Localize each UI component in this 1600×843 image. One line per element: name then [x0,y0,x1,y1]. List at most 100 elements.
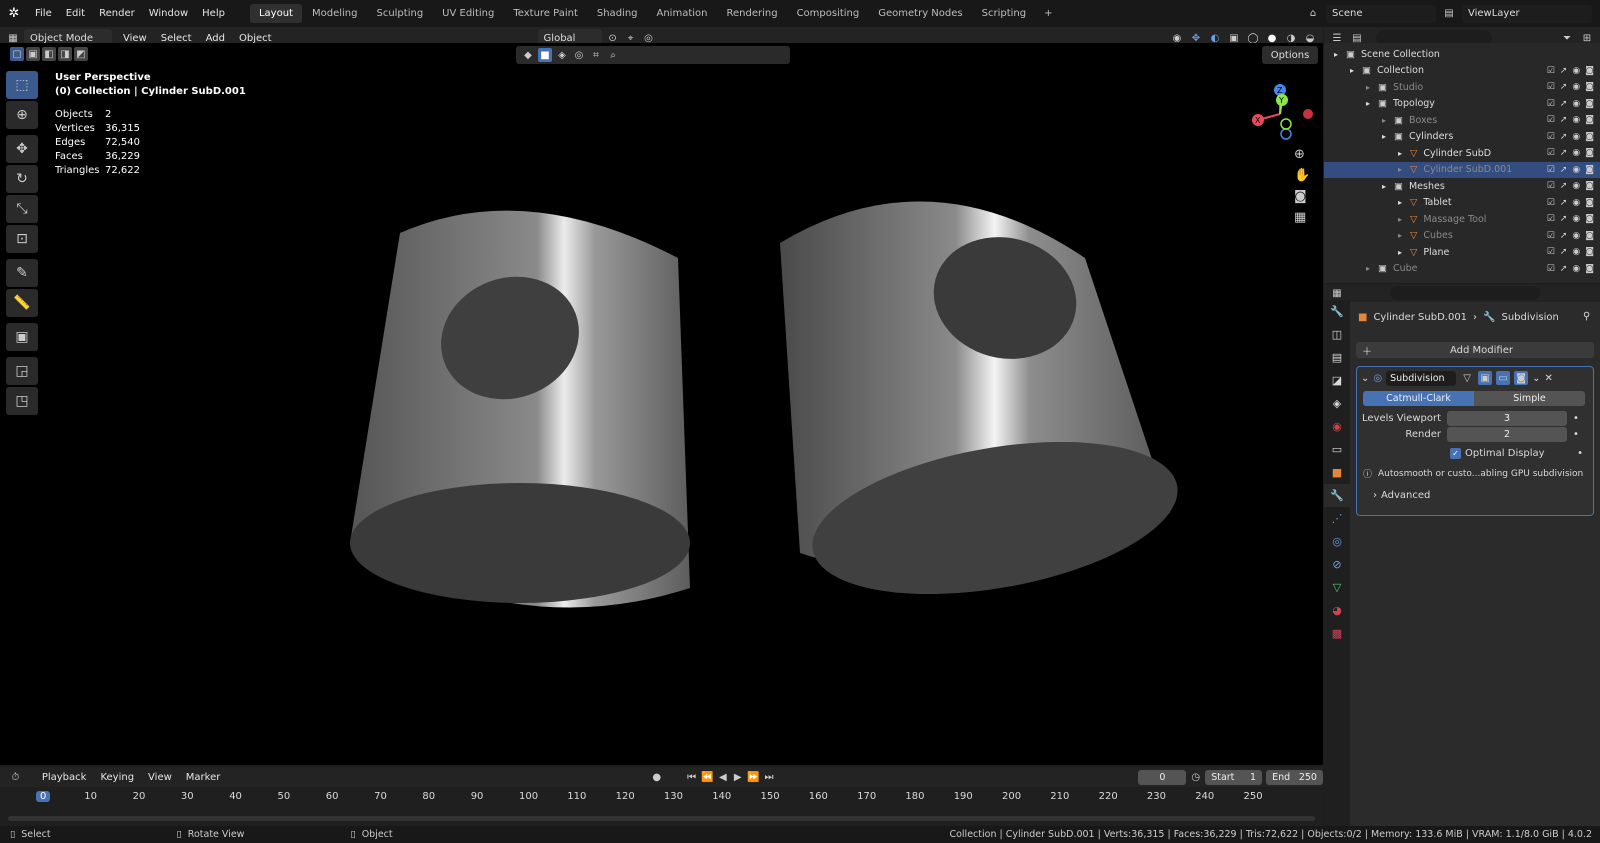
expand-arrow-icon[interactable]: ▸ [1350,66,1362,75]
camera-icon[interactable]: ◙ [1585,115,1594,125]
jump-start-icon[interactable]: ⏮ [686,770,697,784]
timeline-scrollbar[interactable] [8,816,1315,821]
checkbox-icon[interactable]: ☑ [1547,247,1555,257]
render-toggle-icon[interactable]: ◙ [1514,371,1529,385]
keyframe-dot-icon[interactable]: • [1577,448,1583,459]
tool-tab-icon[interactable]: 🔧 [1324,300,1350,323]
modifier-tab-icon[interactable]: 🔧 [1324,484,1350,507]
constraints-tab-icon[interactable]: ⊘ [1324,553,1350,576]
menu-edit[interactable]: Edit [59,0,92,27]
view-layer-selector[interactable]: ViewLayer [1462,4,1592,23]
dropdown-icon[interactable]: ⌄ [1532,373,1540,384]
world-tab-icon[interactable]: ◉ [1324,415,1350,438]
collection-tab-icon[interactable]: ▭ [1324,438,1350,461]
menu-window[interactable]: Window [142,0,195,27]
tab-layout[interactable]: Layout [249,4,302,23]
view-layer-tab-icon[interactable]: ◪ [1324,369,1350,392]
current-frame-field[interactable]: 0 [1138,769,1187,785]
checkbox-icon[interactable]: ☑ [1547,165,1555,175]
outliner-item[interactable]: ▸ ▽ Tablet ☑ ➚ ◉ ◙ [1324,195,1600,212]
expand-arrow-icon[interactable]: ▸ [1398,198,1410,207]
tab-shading[interactable]: Shading [588,4,647,23]
camera-icon[interactable]: ◙ [1585,165,1594,175]
expand-arrow-icon[interactable]: ▸ [1382,132,1394,141]
select-icon[interactable]: ➚ [1560,66,1568,76]
eye-icon[interactable]: ◉ [1572,247,1580,257]
checkbox-icon[interactable]: ☑ [1547,264,1555,274]
expand-arrow-icon[interactable]: ▸ [1382,116,1394,125]
select-icon[interactable]: ➚ [1560,181,1568,191]
outliner-item[interactable]: ▸ ▽ Plane ☑ ➚ ◉ ◙ [1324,244,1600,261]
zoom-icon[interactable]: ⊕ [1294,147,1310,162]
snap-increment-icon[interactable]: ⌗ [589,48,603,62]
checkbox-icon[interactable]: ☑ [1547,148,1555,158]
navigation-gizmo[interactable]: Z Y X [1248,76,1323,156]
outliner-item[interactable]: ▸ ▣ Collection ☑ ➚ ◉ ◙ [1324,63,1600,80]
grid-icon[interactable]: ▦ [1294,210,1310,225]
clock-icon[interactable]: ◷ [1190,770,1201,784]
eye-icon[interactable]: ◉ [1572,148,1580,158]
select-icon[interactable]: ➚ [1560,231,1568,241]
object-tab-icon[interactable]: ■ [1324,461,1350,484]
material-tab-icon[interactable]: ◕ [1324,599,1350,622]
outliner-item[interactable]: ▸ ▽ Cylinder SubD.001 ☑ ➚ ◉ ◙ [1324,161,1600,178]
expand-arrow-icon[interactable]: ▸ [1366,83,1378,92]
pin-icon[interactable]: ⚲ [1583,311,1590,322]
tab-texture-paint[interactable]: Texture Paint [504,4,587,23]
catmull-clark-button[interactable]: Catmull-Clark [1363,391,1474,406]
eye-icon[interactable]: ◉ [1572,99,1580,109]
tab-rendering[interactable]: Rendering [717,4,786,23]
checkbox-icon[interactable]: ☑ [1547,231,1555,241]
add-modifier-button[interactable]: ＋ Add Modifier [1356,342,1594,358]
tab-uv-editing[interactable]: UV Editing [433,4,503,23]
scale-tool[interactable]: ⤡ [6,195,38,223]
pan-hand-icon[interactable]: ✋ [1294,168,1310,183]
cylinder-subd[interactable] [350,210,690,608]
camera-icon[interactable]: ◙ [1585,231,1594,241]
snap-volume-icon[interactable]: ◎ [572,48,586,62]
expand-arrow-icon[interactable]: ▸ [1366,99,1378,108]
eye-icon[interactable]: ◉ [1572,214,1580,224]
properties-editor-icon[interactable]: ▦ [1330,286,1344,300]
tab-scripting[interactable]: Scripting [973,4,1035,23]
select-icon[interactable]: ➚ [1560,214,1568,224]
next-keyframe-icon[interactable]: ⏩ [747,770,759,784]
eye-icon[interactable]: ◉ [1572,132,1580,142]
menu-render[interactable]: Render [92,0,142,27]
checkbox-icon[interactable]: ☑ [1547,99,1555,109]
camera-icon[interactable]: ◙ [1585,66,1594,76]
render-levels-field[interactable]: 2 [1447,427,1567,442]
select-icon[interactable]: ➚ [1560,99,1568,109]
timeline-area[interactable]: 0 10 20 30 40 50 60 70 80 90 100 110 120 130 140 150 160… [0,787,1323,826]
select-icon[interactable]: ➚ [1560,132,1568,142]
levels-viewport-field[interactable]: 3 [1447,411,1567,426]
camera-icon[interactable]: ◙ [1585,132,1594,142]
add-workspace-button[interactable]: + [1035,4,1061,23]
transform-tool[interactable]: ⊡ [6,225,38,253]
play-icon[interactable]: ▶ [732,770,743,784]
checkbox-icon[interactable]: ☑ [1547,82,1555,92]
measure-tool[interactable]: 📏 [6,289,38,317]
scene-tab-icon[interactable]: ◈ [1324,392,1350,415]
timeline-editor-icon[interactable]: ⏱ [10,770,21,784]
simple-button[interactable]: Simple [1474,391,1585,406]
select-extend-icon[interactable]: ▣ [26,47,40,61]
select-invert-icon[interactable]: ◨ [58,47,72,61]
outliner-item[interactable]: ▸ ▣ Studio ☑ ➚ ◉ ◙ [1324,79,1600,96]
checkbox-icon[interactable]: ☑ [1547,181,1555,191]
snap-search-icon[interactable]: ⌕ [606,48,620,62]
render-tab-icon[interactable]: ◫ [1324,323,1350,346]
eye-icon[interactable]: ◉ [1572,264,1580,274]
menu-file[interactable]: File [28,0,59,27]
camera-icon[interactable]: ◙ [1585,148,1594,158]
expand-arrow-icon[interactable]: ▸ [1398,149,1410,158]
select-icon[interactable]: ➚ [1560,198,1568,208]
outliner-item[interactable]: ▸ ▣ Scene Collection [1324,46,1600,63]
add-cube-tool[interactable]: ▣ [6,323,38,351]
select-icon[interactable]: ➚ [1560,165,1568,175]
tab-animation[interactable]: Animation [648,4,717,23]
snap-face-icon[interactable]: ■ [538,48,552,62]
outliner-item[interactable]: ▸ ▣ Cube ☑ ➚ ◉ ◙ [1324,261,1600,278]
particles-tab-icon[interactable]: ⋰ [1324,507,1350,530]
select-icon[interactable]: ➚ [1560,247,1568,257]
